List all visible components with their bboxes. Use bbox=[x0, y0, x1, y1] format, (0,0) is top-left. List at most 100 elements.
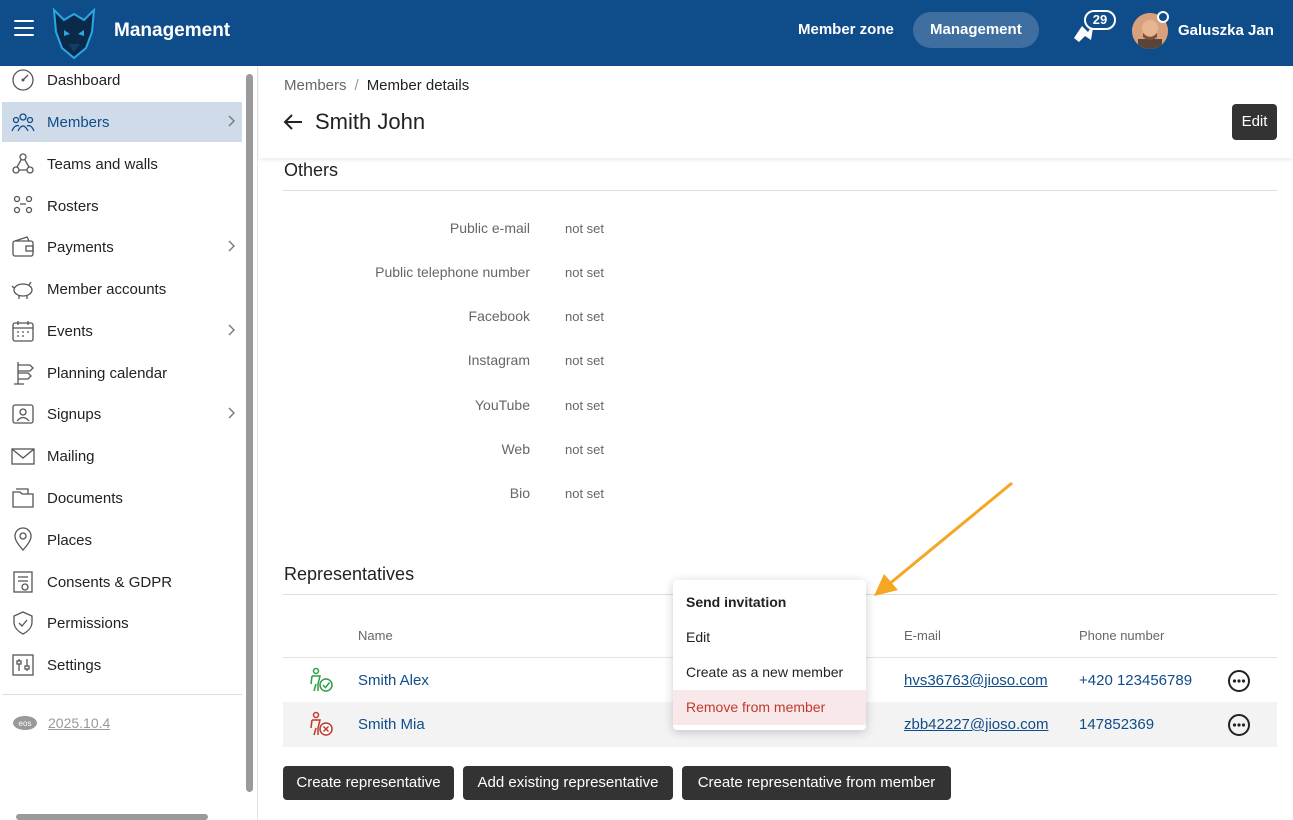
row-actions-menu: Send invitation Edit Create as a new mem… bbox=[673, 580, 866, 730]
dashboard-icon bbox=[10, 67, 36, 93]
sidebar-item-documents[interactable]: Documents bbox=[2, 478, 242, 518]
sidebar-item-places[interactable]: Places bbox=[2, 520, 242, 560]
user-name[interactable]: Galuszka Jan bbox=[1178, 22, 1274, 39]
representatives-section-title: Representatives bbox=[284, 564, 415, 584]
breadcrumb-current: Member details bbox=[366, 77, 470, 94]
create-representative-button[interactable]: Create representative bbox=[283, 766, 454, 800]
nav-member-zone[interactable]: Member zone bbox=[781, 12, 911, 48]
mail-icon bbox=[10, 443, 36, 469]
sidebar-item-mailing[interactable]: Mailing bbox=[2, 436, 242, 476]
representative-name[interactable]: Smith Mia bbox=[358, 716, 425, 733]
sidebar-scrollbar-thumb[interactable] bbox=[246, 74, 253, 792]
eos-logo-icon: eos bbox=[13, 716, 37, 730]
svg-text:eos: eos bbox=[19, 719, 32, 728]
create-representative-from-member-button[interactable]: Create representative from member bbox=[682, 766, 951, 800]
breadcrumb-members[interactable]: Members bbox=[284, 77, 347, 94]
back-arrow-icon[interactable] bbox=[282, 112, 304, 132]
representative-email[interactable]: hvs36763@jioso.com bbox=[904, 672, 1048, 689]
folder-icon bbox=[10, 485, 36, 511]
sidebar-item-events[interactable]: Events bbox=[2, 311, 242, 351]
sidebar-item-label: Places bbox=[47, 531, 93, 549]
field-label: Web bbox=[501, 441, 530, 457]
notification-badge[interactable]: 29 bbox=[1084, 10, 1116, 30]
version-link[interactable]: 2025.10.4 bbox=[48, 715, 110, 731]
signpost-icon bbox=[10, 360, 36, 386]
column-header-name[interactable]: Name bbox=[358, 628, 393, 643]
representative-email[interactable]: zbb42227@jioso.com bbox=[904, 716, 1048, 733]
sidebar-item-payments[interactable]: Payments bbox=[2, 227, 242, 267]
members-icon bbox=[10, 109, 36, 135]
edit-button[interactable]: Edit bbox=[1232, 104, 1277, 140]
top-bar: Management Member zone Management 29 Gal… bbox=[0, 0, 1293, 66]
breadcrumb-separator: / bbox=[354, 77, 359, 94]
representative-name[interactable]: Smith Alex bbox=[358, 672, 429, 689]
sidebar-item-member-accounts[interactable]: Member accounts bbox=[2, 269, 242, 309]
others-section-title: Others bbox=[284, 160, 339, 180]
nav-management[interactable]: Management bbox=[913, 12, 1039, 48]
sidebar-item-label: Permissions bbox=[47, 614, 129, 632]
breadcrumb: Members / Member details bbox=[284, 77, 469, 94]
sidebar-item-teams-and-walls[interactable]: Teams and walls bbox=[2, 144, 242, 184]
representative-phone[interactable]: +420 123456789 bbox=[1079, 672, 1192, 689]
sidebar-item-members[interactable]: Members bbox=[2, 102, 242, 142]
field-value: not set bbox=[565, 353, 605, 368]
field-value: not set bbox=[565, 309, 605, 324]
field-value: not set bbox=[565, 486, 605, 501]
chevron-right-icon bbox=[228, 115, 235, 127]
add-existing-representative-button[interactable]: Add existing representative bbox=[463, 766, 673, 800]
signup-icon bbox=[10, 401, 36, 427]
sidebar-item-signups[interactable]: Signups bbox=[2, 394, 242, 434]
teams-icon bbox=[10, 151, 36, 177]
column-header-email[interactable]: E-mail bbox=[904, 628, 941, 643]
sidebar-divider bbox=[2, 694, 242, 695]
column-header-phone[interactable]: Phone number bbox=[1079, 628, 1164, 643]
chevron-right-icon bbox=[228, 324, 235, 336]
field-value: not set bbox=[565, 442, 605, 457]
sidebar-item-settings[interactable]: Settings bbox=[2, 645, 242, 685]
calendar-icon bbox=[10, 318, 36, 344]
online-status-dot bbox=[1157, 11, 1169, 23]
sidebar-item-label: Member accounts bbox=[47, 280, 167, 298]
sidebar-item-label: Mailing bbox=[47, 447, 95, 465]
settings-icon bbox=[10, 652, 36, 678]
consent-icon bbox=[10, 569, 36, 595]
sidebar-item-label: Dashboard bbox=[47, 71, 121, 89]
sidebar-item-rosters[interactable]: Rosters bbox=[2, 186, 242, 226]
field-value: not set bbox=[565, 265, 605, 280]
sidebar-item-label: Settings bbox=[47, 656, 102, 674]
menu-icon[interactable] bbox=[14, 20, 34, 36]
sidebar-item-permissions[interactable]: Permissions bbox=[2, 603, 242, 643]
sidebar-item-label: Teams and walls bbox=[47, 155, 158, 173]
sidebar-item-consents-gdpr[interactable]: Consents & GDPR bbox=[2, 562, 242, 602]
sidebar-item-planning-calendar[interactable]: Planning calendar bbox=[2, 353, 242, 393]
sidebar-item-label: Documents bbox=[47, 489, 123, 507]
version-info[interactable]: eos 2025.10.4 bbox=[12, 715, 110, 731]
app-title: Management bbox=[114, 20, 231, 41]
sidebar-horizontal-scrollbar[interactable] bbox=[16, 814, 208, 820]
representative-accepted-icon bbox=[310, 667, 333, 692]
menu-item-send-invitation[interactable]: Send invitation bbox=[673, 585, 866, 620]
section-divider bbox=[283, 190, 1277, 191]
rosters-icon bbox=[10, 193, 36, 219]
location-icon bbox=[10, 527, 36, 553]
sidebar-item-label: Consents & GDPR bbox=[47, 573, 173, 591]
page-title: Smith John bbox=[315, 109, 426, 134]
more-options-icon[interactable] bbox=[1227, 713, 1251, 737]
more-options-icon[interactable] bbox=[1227, 669, 1251, 693]
sidebar-item-label: Members bbox=[47, 113, 110, 131]
representative-phone[interactable]: 147852369 bbox=[1079, 716, 1154, 733]
field-label: Public e-mail bbox=[449, 220, 530, 236]
menu-item-edit[interactable]: Edit bbox=[673, 620, 866, 655]
sidebar-item-label: Events bbox=[47, 322, 93, 340]
field-label: Public telephone number bbox=[375, 264, 530, 280]
menu-item-create-new-member[interactable]: Create as a new member bbox=[673, 655, 866, 690]
field-label: Bio bbox=[509, 485, 530, 501]
sidebar-item-dashboard[interactable]: Dashboard bbox=[2, 60, 242, 100]
field-label: YouTube bbox=[474, 397, 530, 413]
chevron-right-icon bbox=[228, 407, 235, 419]
sidebar-item-label: Planning calendar bbox=[47, 364, 168, 382]
menu-item-remove-from-member[interactable]: Remove from member bbox=[673, 690, 866, 725]
field-value: not set bbox=[565, 398, 605, 413]
sidebar: Dashboard Members Teams and walls Rosters Pa… bbox=[0, 66, 258, 820]
wolf-logo-icon[interactable] bbox=[50, 6, 98, 60]
